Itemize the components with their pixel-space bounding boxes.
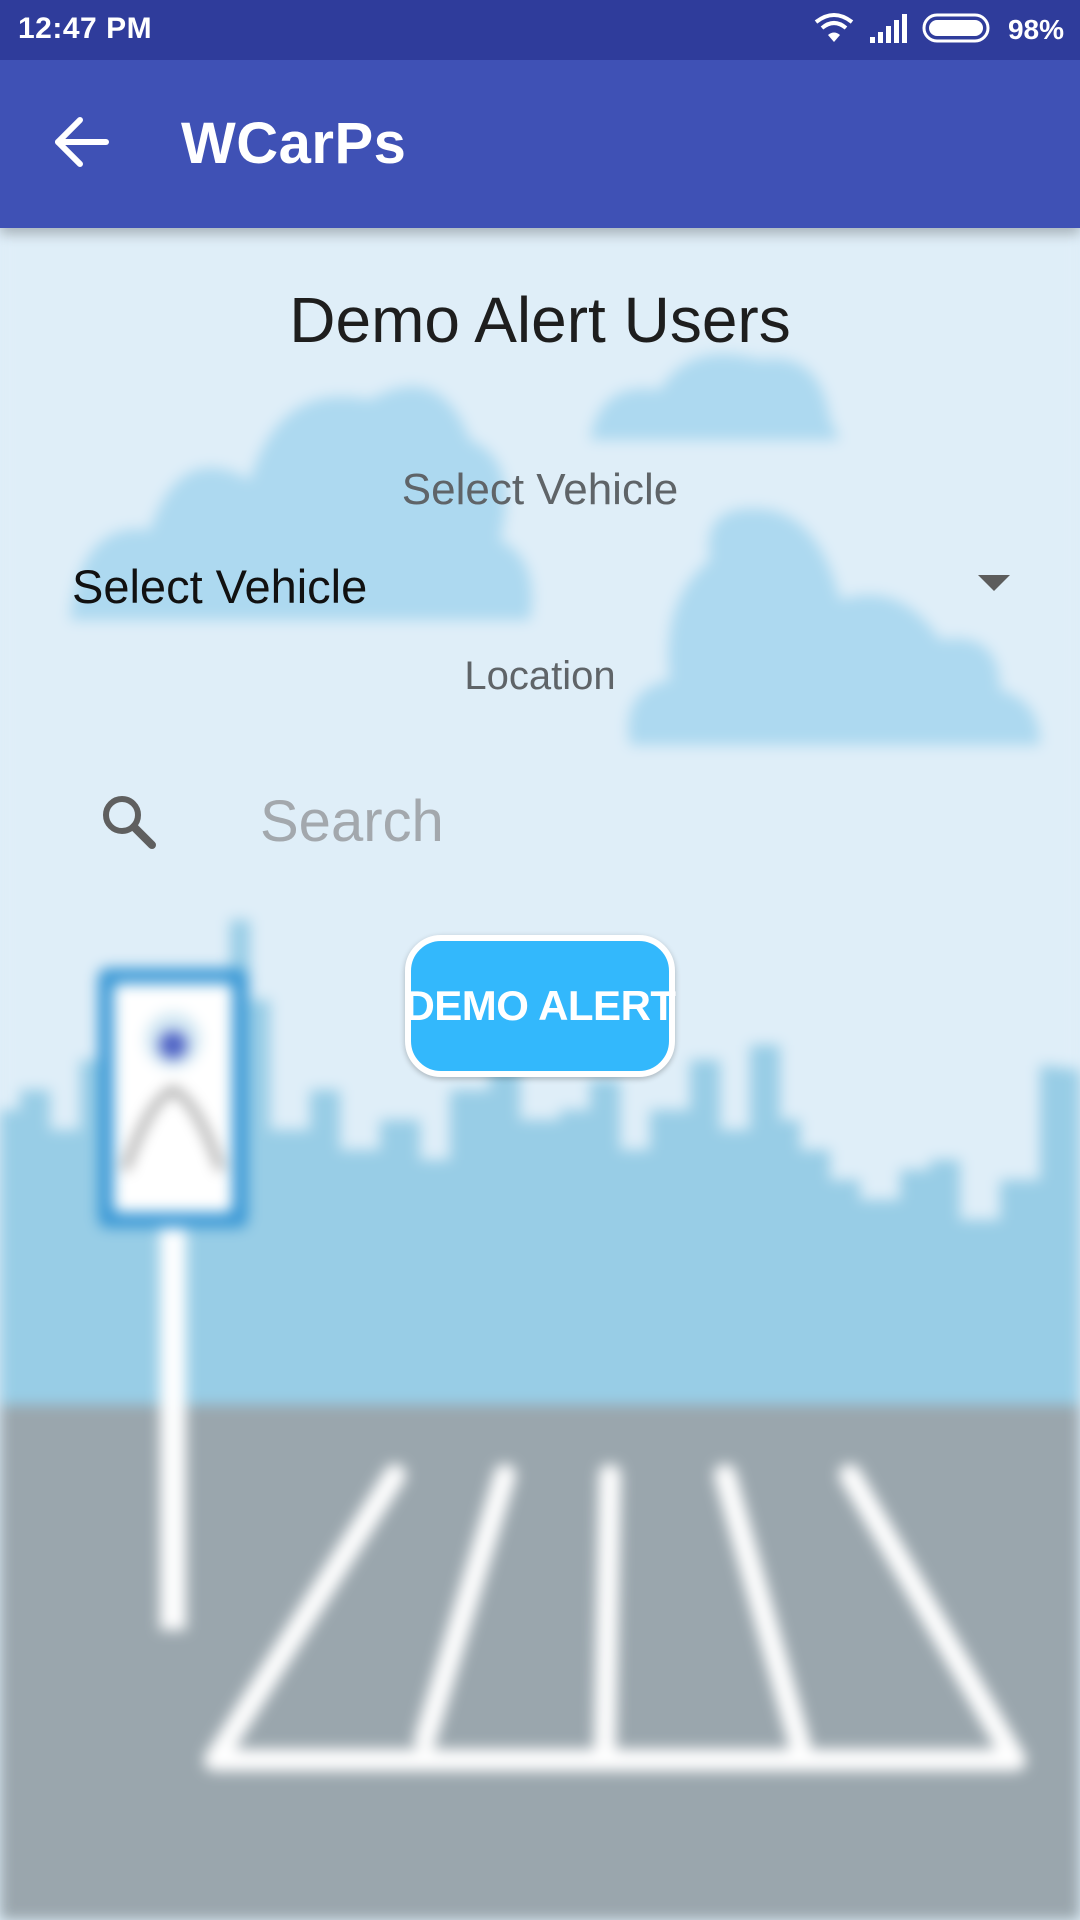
app-title: WCarPs [181, 111, 407, 176]
signal-icon [868, 13, 908, 48]
status-bar: 12:47 PM 98% [0, 0, 1080, 60]
demo-alert-button[interactable]: DEMO ALERT [404, 935, 676, 1077]
status-time: 12:47 PM [18, 12, 153, 45]
location-search-input[interactable] [260, 781, 980, 861]
location-label: Location [464, 654, 616, 698]
back-button[interactable] [40, 102, 124, 186]
battery-icon [922, 13, 994, 48]
app-bar: WCarPs [0, 60, 1080, 228]
status-icons: 98% [814, 10, 1064, 50]
vehicle-dropdown-value: Select Vehicle [72, 560, 368, 613]
screen: 12:47 PM 98% WCarPs Demo Alert Users Sel… [0, 0, 1080, 1920]
page-title: Demo Alert Users [289, 284, 791, 356]
wifi-icon [814, 12, 854, 49]
search-icon [98, 791, 160, 853]
arrow-back-icon [54, 116, 110, 173]
select-vehicle-label: Select Vehicle [401, 465, 679, 514]
dropdown-arrow-icon [978, 575, 1010, 591]
location-search-box [60, 765, 1020, 875]
vehicle-dropdown[interactable]: Select Vehicle [50, 545, 1040, 625]
battery-percentage: 98% [1007, 14, 1064, 45]
